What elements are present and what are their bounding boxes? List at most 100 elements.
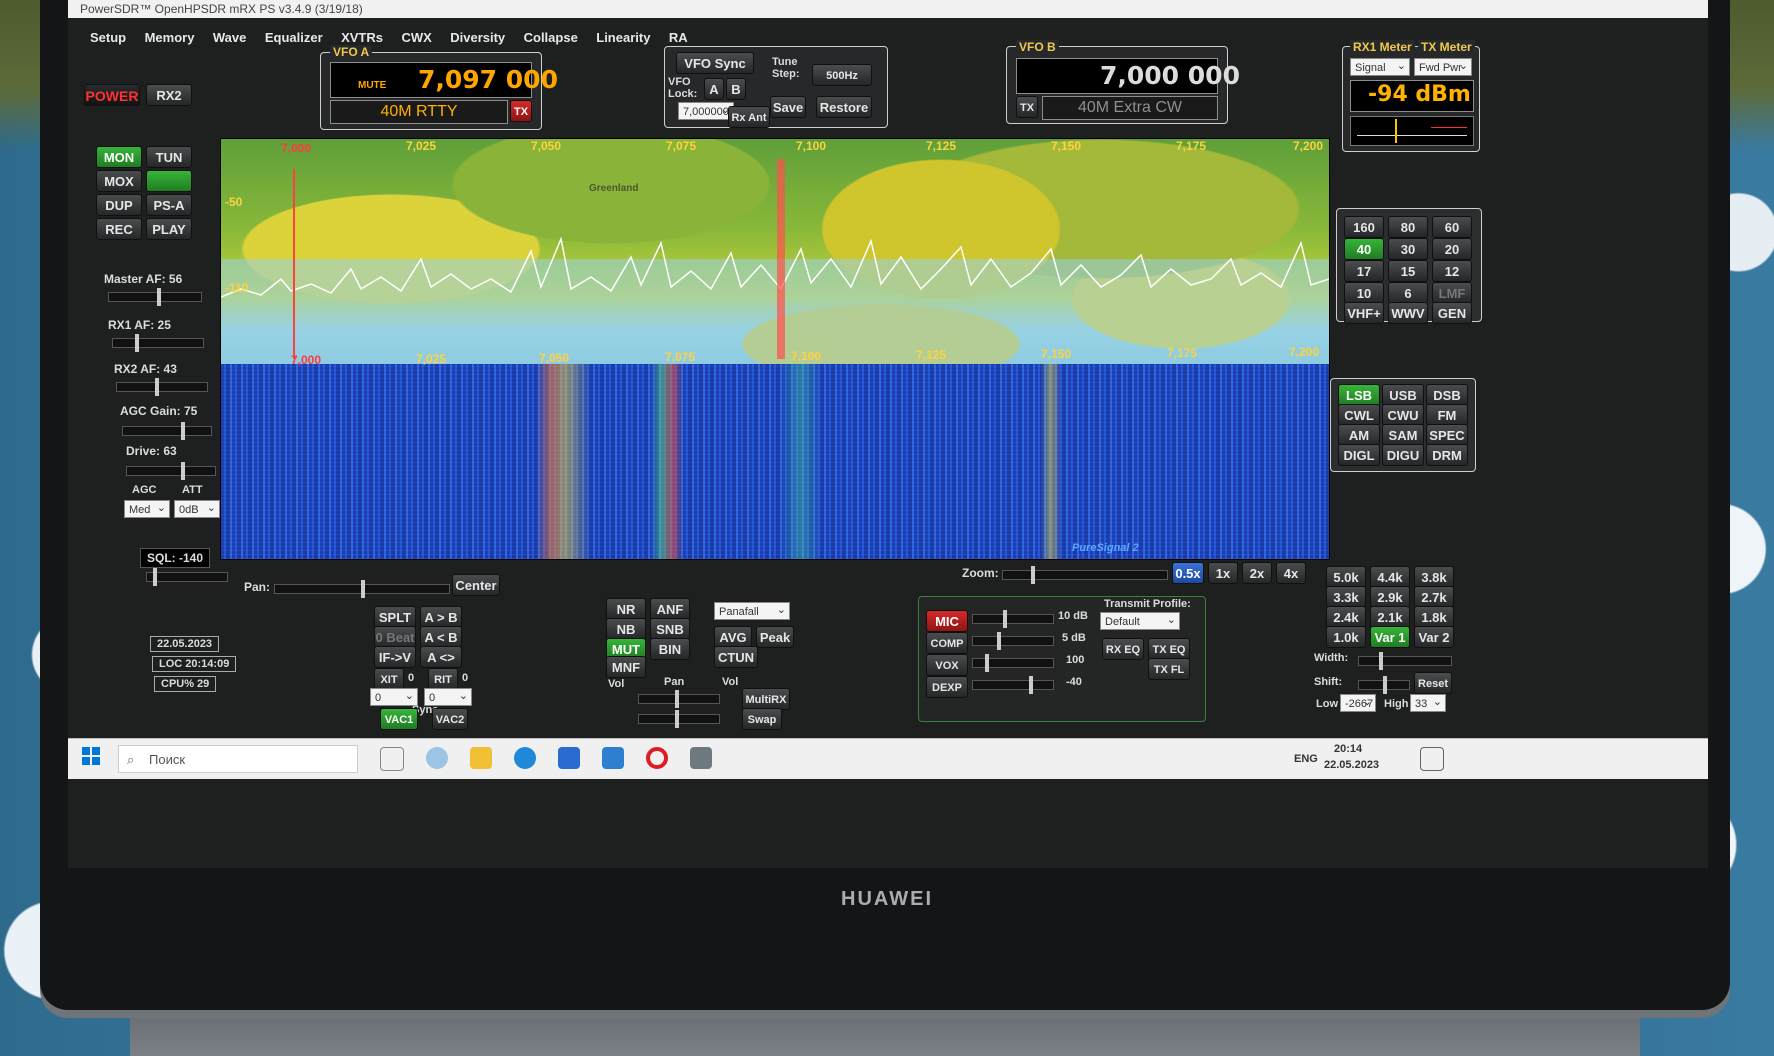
nb-button[interactable]: NB [606,618,646,640]
menu-collapse[interactable]: Collapse [524,26,578,50]
panadapter-waterfall[interactable]: 7,000 7,025 7,050 7,075 7,100 7,125 7,15… [220,138,1330,560]
opera-icon[interactable] [646,747,668,769]
band-6[interactable]: 6 [1388,282,1428,304]
filter-1-0k[interactable]: 1.0k [1326,626,1366,648]
mode-fm[interactable]: FM [1426,404,1468,426]
pan-slider[interactable] [274,580,450,598]
agc-gain-slider[interactable] [122,422,212,440]
taskbar-search[interactable]: ⌕ Поиск [118,745,358,773]
tx-eq-button[interactable]: TX EQ [1148,638,1190,660]
filter-var2[interactable]: Var 2 [1414,626,1454,648]
band-gen[interactable]: GEN [1432,302,1472,324]
mode-am[interactable]: AM [1338,424,1380,446]
mode-cwu[interactable]: CWU [1382,404,1424,426]
a-swap-b-button[interactable]: A <> B [420,646,462,687]
filter-var1[interactable]: Var 1 [1370,626,1410,648]
mail-icon[interactable] [602,747,624,769]
rx2-button[interactable]: RX2 [146,84,192,106]
vfo-sync-button[interactable]: VFO Sync [676,52,754,74]
band-160[interactable]: 160 [1344,216,1384,238]
comp-button[interactable]: COMP [926,632,968,654]
clock-time[interactable]: 20:14 [1334,743,1362,755]
mon-button[interactable]: MON [96,146,142,168]
zero-beat-button[interactable]: 0 Beat [374,626,416,648]
dexp-button[interactable]: DEXP [926,676,968,698]
zoom-4x[interactable]: 4x [1276,562,1306,584]
restore-button[interactable]: Restore [816,96,872,118]
low-value[interactable]: -2667 [1340,693,1376,712]
band-17[interactable]: 17 [1344,260,1384,282]
mode-lsb[interactable]: LSB [1338,384,1380,406]
peak-button[interactable]: Peak [756,626,794,648]
transmit-profile-select[interactable]: Default [1100,611,1180,630]
reset-button[interactable]: Reset [1414,672,1452,694]
vfo-a-tx-button[interactable]: TX [510,100,532,122]
notification-icon[interactable] [1420,747,1444,771]
vfo-b-tx-button[interactable]: TX [1016,96,1038,118]
menu-diversity[interactable]: Diversity [450,26,505,50]
b-to-a-button[interactable]: A < B [420,626,462,648]
band-12[interactable]: 12 [1432,260,1472,282]
a-to-b-button[interactable]: A > B [420,606,462,628]
master-af-slider[interactable] [108,288,202,306]
memory-frequency[interactable]: 7,000000 [678,101,734,120]
band-30[interactable]: 30 [1388,238,1428,260]
split-button[interactable]: SPLT [374,606,416,628]
play-button[interactable]: PLAY [146,218,192,240]
band-wwv[interactable]: WWV [1388,302,1428,324]
filter-3-3k[interactable]: 3.3k [1326,586,1366,608]
bin-button[interactable]: BIN [650,638,690,660]
tun-button[interactable]: TUN [146,146,192,168]
zoom-2x[interactable]: 2x [1242,562,1272,584]
mode-dsb[interactable]: DSB [1426,384,1468,406]
filter-2-4k[interactable]: 2.4k [1326,606,1366,628]
menu-cwx[interactable]: CWX [401,26,431,50]
if-to-v-button[interactable]: IF->V [374,646,416,668]
mode-drm[interactable]: DRM [1426,444,1468,466]
swap-button[interactable]: Swap [742,708,782,730]
xit-button[interactable]: XIT [374,668,404,690]
clock-date[interactable]: 22.05.2023 [1324,759,1379,771]
shift-slider[interactable] [1358,676,1410,694]
width-slider[interactable] [1358,652,1452,670]
filter-2-9k[interactable]: 2.9k [1370,586,1410,608]
mode-spec[interactable]: SPEC [1426,424,1468,446]
app-icon[interactable] [426,747,448,769]
vox-slider[interactable] [972,654,1054,672]
mode-sam[interactable]: SAM [1382,424,1424,446]
filter-2-1k[interactable]: 2.1k [1370,606,1410,628]
edge-icon[interactable] [514,747,536,769]
zoom-0-5x[interactable]: 0.5x [1172,562,1204,584]
xit-value[interactable]: 0 [370,687,418,706]
comp-slider[interactable] [972,632,1054,650]
menu-memory[interactable]: Memory [145,26,195,50]
lock-a-button[interactable]: A [704,78,724,100]
windows-start-icon[interactable] [82,747,100,765]
dexp-slider[interactable] [972,676,1054,694]
filter-4-4k[interactable]: 4.4k [1370,566,1410,588]
zoom-1x[interactable]: 1x [1208,562,1238,584]
rx-eq-button[interactable]: RX EQ [1102,638,1144,660]
vac1-button[interactable]: VAC1 [380,708,418,730]
mode-digl[interactable]: DIGL [1338,444,1380,466]
power-button[interactable]: POWER [84,84,140,106]
menu-wave[interactable]: Wave [213,26,246,50]
band-15[interactable]: 15 [1388,260,1428,282]
mode-digu[interactable]: DIGU [1382,444,1424,466]
store-icon[interactable] [558,747,580,769]
rx-ant-button[interactable]: Rx Ant [728,106,770,128]
mix-pan-slider-2[interactable] [638,710,720,728]
band-20[interactable]: 20 [1432,238,1472,260]
band-80[interactable]: 80 [1388,216,1428,238]
mnf-button[interactable]: MNF [606,656,646,678]
band-lmf[interactable]: LMF [1432,282,1472,304]
tx-meter-select[interactable]: Fwd Pwr [1414,57,1472,76]
filter-3-8k[interactable]: 3.8k [1414,566,1454,588]
psa-button[interactable]: PS-A [146,194,192,216]
agc-select[interactable]: Med [124,499,170,518]
att-select[interactable]: 0dB [174,499,220,518]
rx2-af-slider[interactable] [116,378,208,396]
filter-1-8k[interactable]: 1.8k [1414,606,1454,628]
menu-linearity[interactable]: Linearity [596,26,650,50]
save-button[interactable]: Save [770,96,806,118]
